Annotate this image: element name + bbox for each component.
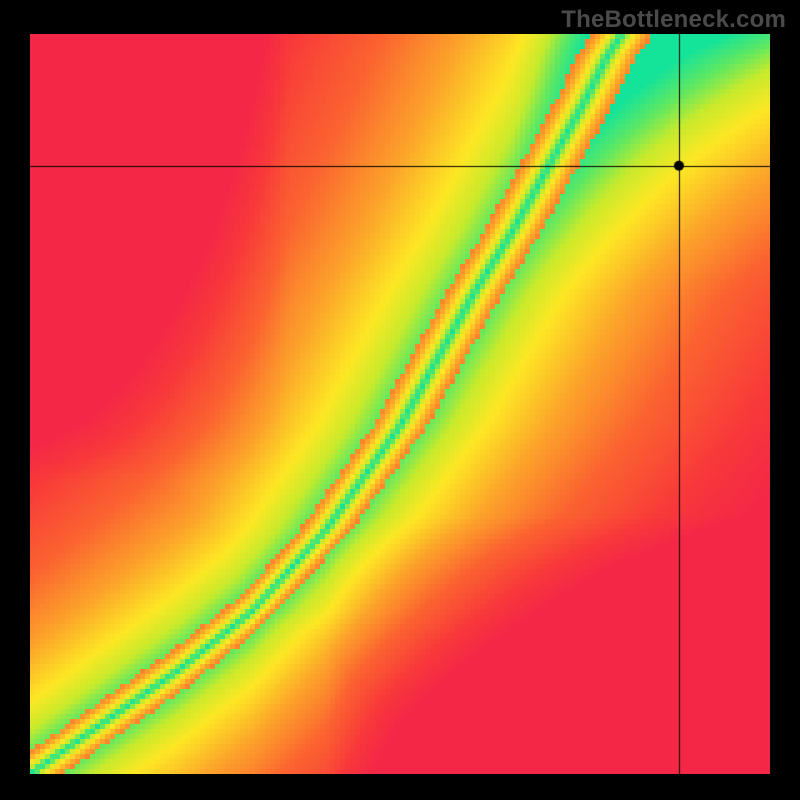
watermark: TheBottleneck.com — [561, 6, 786, 34]
crosshair-overlay — [30, 34, 770, 774]
chart-container: TheBottleneck.com — [0, 0, 800, 800]
